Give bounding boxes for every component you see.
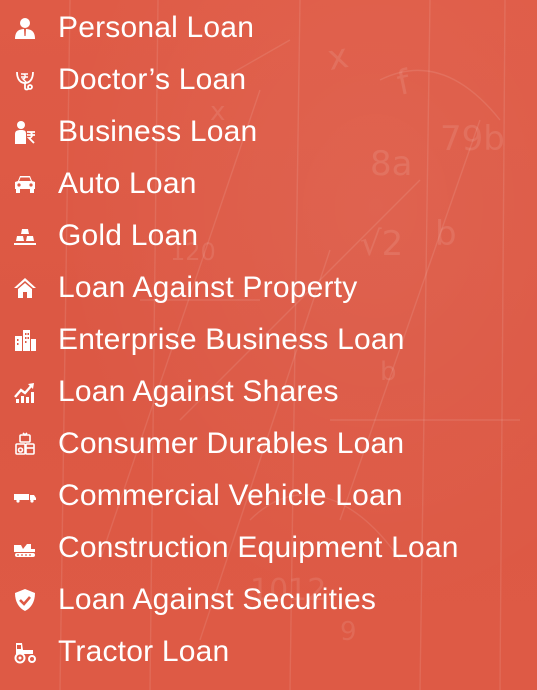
menu-item-label: Enterprise Business Loan <box>58 323 405 356</box>
menu-item-loan-against-securities[interactable]: Loan Against Securities <box>0 578 537 622</box>
home-icon <box>12 275 38 301</box>
tractor-icon <box>12 639 38 665</box>
menu-item-label: Loan Against Property <box>58 271 358 304</box>
menu-item-label: Auto Loan <box>58 167 197 200</box>
menu-item-label: Consumer Durables Loan <box>58 427 405 460</box>
businessman-rupee-icon <box>12 119 38 145</box>
menu-item-consumer-durables-loan[interactable]: Consumer Durables Loan <box>0 422 537 466</box>
menu-item-tractor-loan[interactable]: Tractor Loan <box>0 630 537 674</box>
menu-item-loan-against-shares[interactable]: Loan Against Shares <box>0 370 537 414</box>
menu-item-auto-loan[interactable]: Auto Loan <box>0 162 537 206</box>
menu-item-doctors-loan[interactable]: Doctor’s Loan <box>0 58 537 102</box>
menu-item-construction-equipment-loan[interactable]: Construction Equipment Loan <box>0 526 537 570</box>
loan-types-menu: Personal Loan Doctor’s Loan Business Loa… <box>0 0 537 690</box>
stock-chart-icon <box>12 379 38 405</box>
menu-item-label: Tractor Loan <box>58 635 230 668</box>
gold-bars-icon <box>12 223 38 249</box>
menu-item-label: Business Loan <box>58 115 258 148</box>
person-icon <box>12 15 38 41</box>
menu-item-label: Construction Equipment Loan <box>58 531 459 564</box>
menu-item-gold-loan[interactable]: Gold Loan <box>0 214 537 258</box>
menu-item-label: Loan Against Shares <box>58 375 339 408</box>
shield-check-icon <box>12 587 38 613</box>
buildings-icon <box>12 327 38 353</box>
menu-item-label: Commercial Vehicle Loan <box>58 479 403 512</box>
excavator-icon <box>12 535 38 561</box>
car-icon <box>12 171 38 197</box>
menu-item-label: Gold Loan <box>58 219 199 252</box>
truck-icon <box>12 483 38 509</box>
menu-item-label: Personal Loan <box>58 11 255 44</box>
menu-item-personal-loan[interactable]: Personal Loan <box>0 6 537 50</box>
menu-item-commercial-vehicle-loan[interactable]: Commercial Vehicle Loan <box>0 474 537 518</box>
menu-item-label: Loan Against Securities <box>58 583 377 616</box>
tv-appliance-icon <box>12 431 38 457</box>
menu-item-business-loan[interactable]: Business Loan <box>0 110 537 154</box>
menu-item-label: Doctor’s Loan <box>58 63 247 96</box>
menu-item-enterprise-business-loan[interactable]: Enterprise Business Loan <box>0 318 537 362</box>
rupee-stethoscope-icon <box>12 67 38 93</box>
menu-item-loan-against-property[interactable]: Loan Against Property <box>0 266 537 310</box>
